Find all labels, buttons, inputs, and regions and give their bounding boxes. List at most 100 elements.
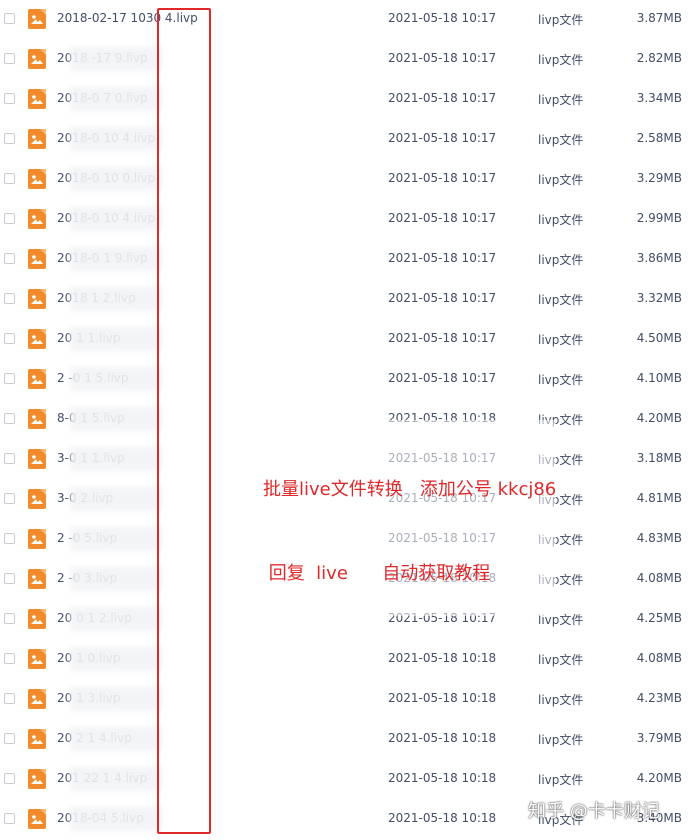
- file-modified-date: 2021-05-18 10:17: [388, 171, 497, 185]
- file-type: livp文件: [538, 133, 584, 147]
- checkbox-icon[interactable]: [4, 533, 15, 544]
- file-row[interactable]: 20 1 0.livp2021-05-18 10:18livp文件4.08MB: [0, 640, 696, 680]
- image-file-icon: [28, 249, 46, 269]
- checkbox-icon[interactable]: [4, 133, 15, 144]
- privacy-blur: [70, 607, 162, 631]
- file-row[interactable]: 20 2 1 4.livp2021-05-18 10:18livp文件3.79M…: [0, 720, 696, 760]
- checkbox-icon[interactable]: [4, 413, 15, 424]
- file-modified-date: 2021-05-18 10:17: [388, 51, 497, 65]
- file-row[interactable]: 20 1 1.livp2021-05-18 10:17livp文件4.50MB: [0, 320, 696, 360]
- file-size: 4.81MB: [636, 491, 682, 505]
- privacy-blur: [70, 127, 162, 151]
- promo-line-1: 批量live文件转换 添加公号 kkcj86: [263, 479, 557, 500]
- file-row[interactable]: 2018-0 10 0.livp2021-05-18 10:17livp文件3.…: [0, 160, 696, 200]
- file-size: 4.20MB: [636, 771, 682, 785]
- checkbox-icon[interactable]: [4, 173, 15, 184]
- image-file-icon: [28, 809, 46, 829]
- file-modified-date: 2021-05-18 10:18: [388, 651, 497, 665]
- image-file-icon: [28, 49, 46, 69]
- privacy-blur: [70, 247, 162, 271]
- privacy-blur: [70, 367, 162, 391]
- checkbox-icon[interactable]: [4, 253, 15, 264]
- image-file-icon: [28, 449, 46, 469]
- image-file-icon: [28, 529, 46, 549]
- privacy-blur: [70, 527, 162, 551]
- file-modified-date: 2021-05-18 10:17: [388, 331, 497, 345]
- privacy-blur: [70, 567, 162, 591]
- file-size: 4.08MB: [636, 651, 682, 665]
- file-size: 2.58MB: [636, 131, 682, 145]
- checkbox-icon[interactable]: [4, 733, 15, 744]
- file-type: livp文件: [538, 733, 584, 747]
- checkbox-icon[interactable]: [4, 453, 15, 464]
- checkbox-icon[interactable]: [4, 653, 15, 664]
- checkbox-icon[interactable]: [4, 813, 15, 824]
- file-row[interactable]: 2 -0 1 5.livp2021-05-18 10:17livp文件4.10M…: [0, 360, 696, 400]
- checkbox-icon[interactable]: [4, 293, 15, 304]
- file-modified-date: 2021-05-18 10:18: [388, 731, 497, 745]
- file-row[interactable]: 20 1 3.livp2021-05-18 10:18livp文件4.23MB: [0, 680, 696, 720]
- privacy-blur: [70, 87, 162, 111]
- file-modified-date: 2021-05-18 10:18: [388, 691, 497, 705]
- image-file-icon: [28, 569, 46, 589]
- checkbox-icon[interactable]: [4, 613, 15, 624]
- file-type: livp文件: [538, 773, 584, 787]
- file-row[interactable]: 201 22 1 4.livp2021-05-18 10:18livp文件4.2…: [0, 760, 696, 800]
- promo-overlay: 批量live文件转换 添加公号 kkcj86 回复 live 自动获取教程: [263, 420, 557, 616]
- file-size: 4.23MB: [636, 691, 682, 705]
- file-row[interactable]: 2018-0 1 9.livp2021-05-18 10:17livp文件3.8…: [0, 240, 696, 280]
- image-file-icon: [28, 489, 46, 509]
- checkbox-icon[interactable]: [4, 773, 15, 784]
- image-file-icon: [28, 289, 46, 309]
- privacy-blur: [70, 287, 162, 311]
- checkbox-icon[interactable]: [4, 493, 15, 504]
- file-modified-date: 2021-05-18 10:17: [388, 11, 497, 25]
- file-type: livp文件: [538, 693, 584, 707]
- file-row[interactable]: 2018 1 2.livp2021-05-18 10:17livp文件3.32M…: [0, 280, 696, 320]
- image-file-icon: [28, 369, 46, 389]
- file-size: 3.34MB: [636, 91, 682, 105]
- file-type: livp文件: [538, 293, 584, 307]
- file-modified-date: 2021-05-18 10:17: [388, 131, 497, 145]
- file-type: livp文件: [538, 93, 584, 107]
- checkbox-icon[interactable]: [4, 573, 15, 584]
- privacy-blur: [70, 407, 162, 431]
- file-modified-date: 2021-05-18 10:17: [388, 251, 497, 265]
- image-file-icon: [28, 129, 46, 149]
- file-row[interactable]: 2018-0 10 4.livp2021-05-18 10:17livp文件2.…: [0, 200, 696, 240]
- file-type: livp文件: [538, 13, 584, 27]
- image-file-icon: [28, 209, 46, 229]
- file-size: 4.50MB: [636, 331, 682, 345]
- file-size: 2.99MB: [636, 211, 682, 225]
- file-size: 4.83MB: [636, 531, 682, 545]
- file-type: livp文件: [538, 213, 584, 227]
- image-file-icon: [28, 609, 46, 629]
- file-row[interactable]: 2018-0 10 4.livp2021-05-18 10:17livp文件2.…: [0, 120, 696, 160]
- checkbox-icon[interactable]: [4, 13, 15, 24]
- file-name[interactable]: 2018-02-17 1030 4.livp: [57, 11, 198, 25]
- privacy-blur: [70, 207, 162, 231]
- checkbox-icon[interactable]: [4, 213, 15, 224]
- checkbox-icon[interactable]: [4, 693, 15, 704]
- checkbox-icon[interactable]: [4, 93, 15, 104]
- image-file-icon: [28, 649, 46, 669]
- image-file-icon: [28, 409, 46, 429]
- file-row[interactable]: 2018-02-17 1030 4.livp 2021-05-18 10:17 li…: [0, 0, 696, 40]
- file-row[interactable]: 2018-0 7 0.livp2021-05-18 10:17livp文件3.3…: [0, 80, 696, 120]
- file-size: 3.79MB: [636, 731, 682, 745]
- privacy-blur: [70, 767, 162, 791]
- privacy-blur: [70, 727, 162, 751]
- checkbox-icon[interactable]: [4, 53, 15, 64]
- privacy-blur: [70, 687, 162, 711]
- file-size: 4.10MB: [636, 371, 682, 385]
- privacy-blur: [70, 167, 162, 191]
- file-size: 3.18MB: [636, 451, 682, 465]
- checkbox-icon[interactable]: [4, 373, 15, 384]
- checkbox-icon[interactable]: [4, 333, 15, 344]
- file-row[interactable]: 2018 -17 9.livp2021-05-18 10:17livp文件2.8…: [0, 40, 696, 80]
- file-type: livp文件: [538, 333, 584, 347]
- file-size: 4.08MB: [636, 571, 682, 585]
- image-file-icon: [28, 9, 46, 29]
- file-type: livp文件: [538, 253, 584, 267]
- file-size: 3.86MB: [636, 251, 682, 265]
